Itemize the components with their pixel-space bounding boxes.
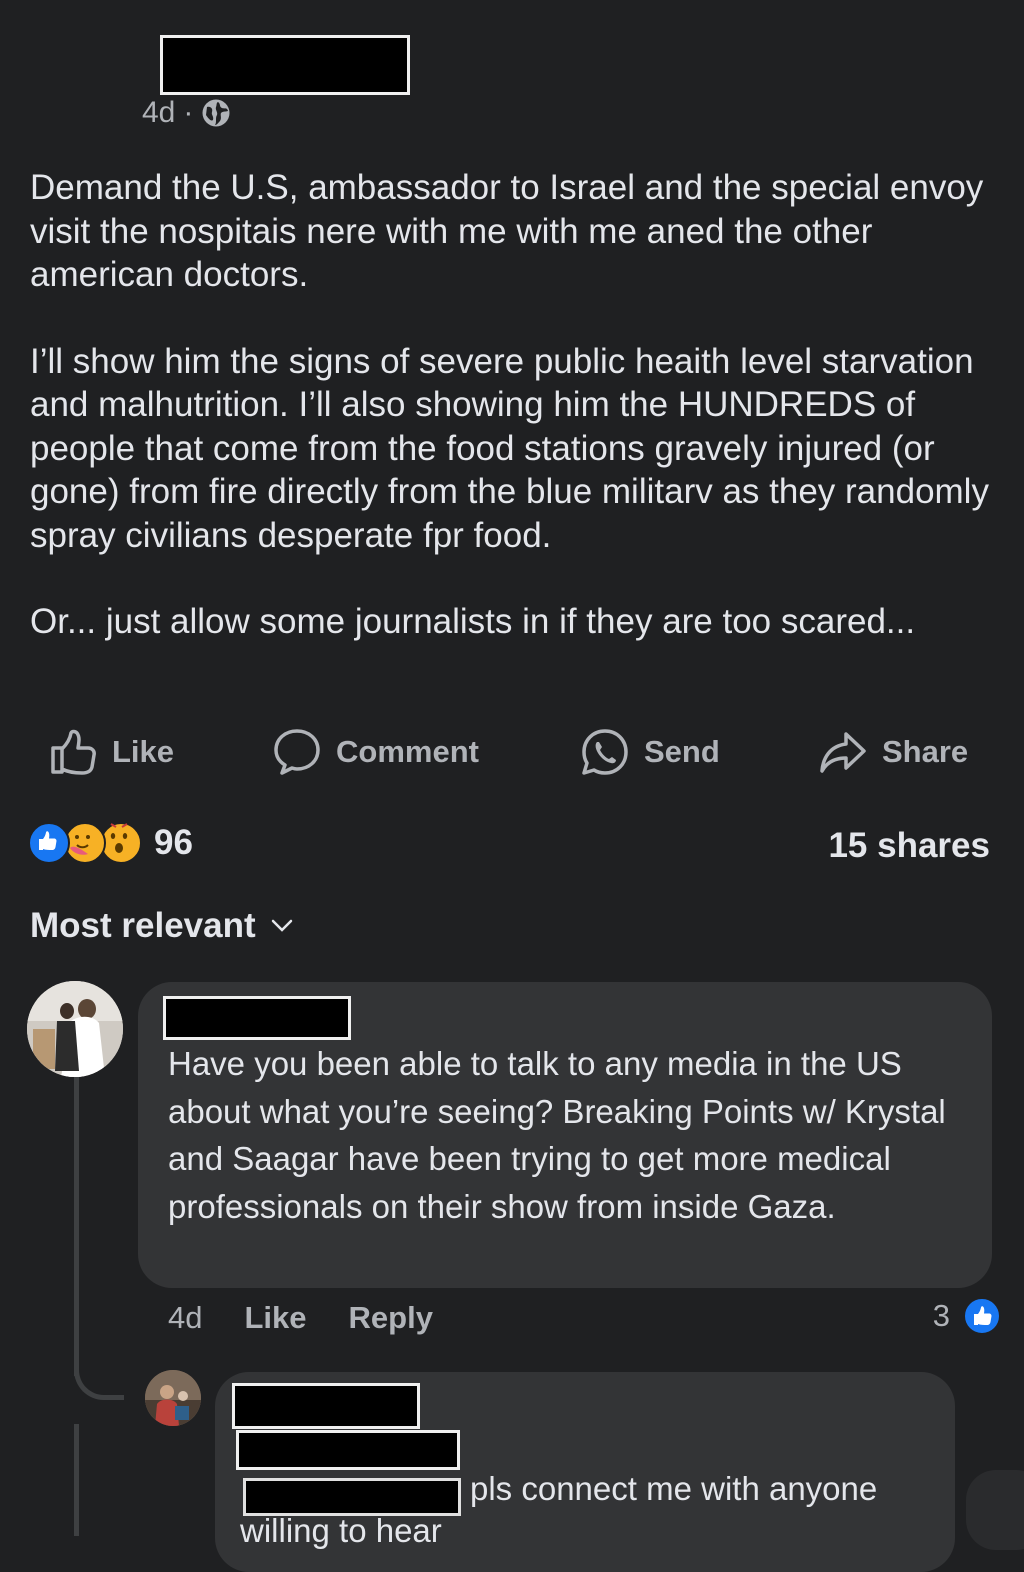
send-button[interactable]: Send (580, 722, 720, 782)
redacted-mention (236, 1430, 460, 1470)
reply-text-line: willing to hear (240, 1512, 442, 1549)
comment-bubble-icon (274, 729, 320, 775)
redacted-author-name (160, 35, 410, 95)
reaction-count: 96 (154, 823, 193, 862)
post-paragraph: I’ll show him the signs of severe public… (30, 341, 989, 555)
share-label: Share (882, 734, 969, 769)
commenter-avatar[interactable] (27, 981, 123, 1077)
thread-connector-curve (74, 1356, 124, 1400)
whatsapp-icon (582, 729, 628, 775)
comment-button[interactable]: Comment (272, 722, 479, 782)
globe-icon (202, 99, 230, 127)
thread-connector-line (74, 1424, 79, 1536)
comment-label: Comment (336, 734, 479, 769)
side-bubble-edge (966, 1470, 1024, 1550)
post-action-bar: Like Comment Send Share (0, 722, 1024, 782)
reactions-summary[interactable]: 96 (28, 822, 193, 864)
comment-like-count[interactable]: 3 (933, 1296, 1002, 1336)
chevron-down-icon (271, 919, 292, 932)
like-badge-icon (963, 1297, 1001, 1335)
replier-avatar[interactable] (145, 1370, 201, 1426)
redacted-tag (243, 1478, 461, 1516)
comment-meta: 4d Like Reply (168, 1300, 433, 1336)
thread-connector-line (74, 1076, 79, 1376)
thumbs-up-icon (51, 729, 96, 775)
share-count[interactable]: 15 shares (828, 826, 990, 866)
meta-separator: · (183, 96, 194, 129)
send-label: Send (644, 734, 720, 769)
comment-sort-dropdown[interactable]: Most relevant (30, 906, 294, 946)
reply-text-line: pls connect me with anyone (470, 1470, 878, 1507)
comment-like-number: 3 (932, 1298, 950, 1333)
like-label: Like (112, 734, 175, 769)
post-meta: 4d · (142, 96, 231, 130)
redacted-replier-name (232, 1383, 420, 1429)
redacted-commenter-name (163, 996, 351, 1040)
share-button[interactable]: Share (818, 722, 968, 782)
post-body: Demand the U.S, ambassador to Israel and… (30, 166, 990, 687)
comment-text: Have you been able to talk to any media … (168, 1045, 946, 1225)
care-reaction-icon (64, 822, 106, 864)
sort-label: Most relevant (30, 906, 256, 945)
post-paragraph: Demand the U.S, ambassador to Israel and… (30, 168, 984, 294)
comment-reply-button[interactable]: Reply (349, 1300, 433, 1336)
like-reaction-icon (28, 822, 70, 864)
like-button[interactable]: Like (48, 722, 174, 782)
post-timestamp[interactable]: 4d (142, 96, 175, 130)
wow-reaction-icon (100, 822, 142, 864)
comment-like-button[interactable]: Like (244, 1300, 306, 1336)
post-paragraph: Or... just allow some journalists in if … (30, 602, 916, 641)
share-arrow-icon (820, 732, 866, 773)
comment-timestamp[interactable]: 4d (168, 1300, 202, 1336)
